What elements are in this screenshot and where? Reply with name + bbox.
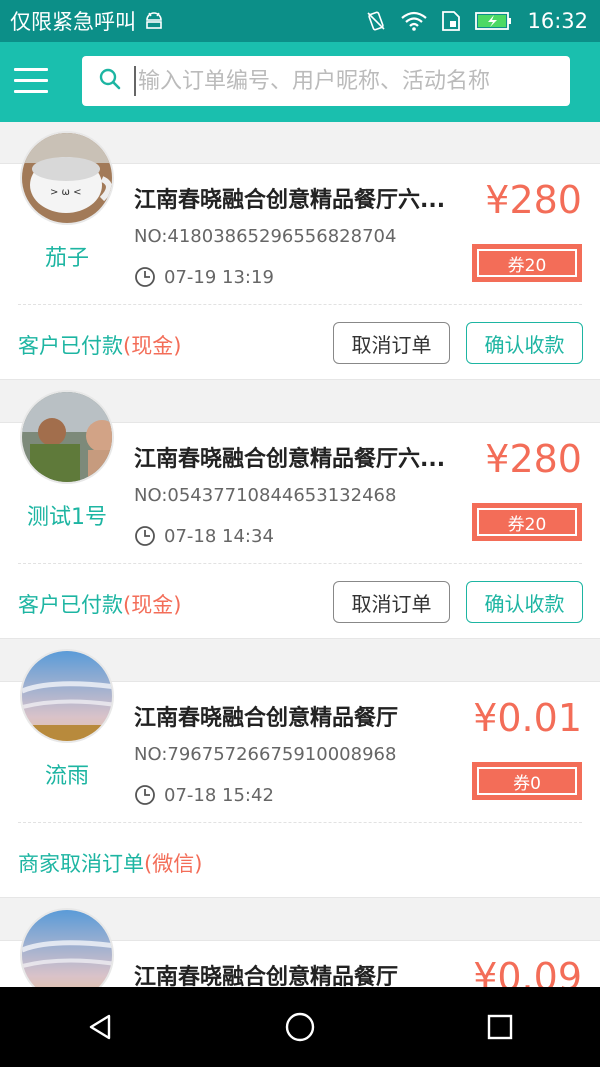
avatar: > ω < — [20, 131, 114, 225]
svg-text:> ω <: > ω < — [50, 187, 82, 198]
order-card[interactable]: 流雨 江南春晓融合创意精品餐厅 NO:79675726675910008968 … — [0, 649, 600, 898]
order-time-text: 07-18 15:42 — [164, 784, 274, 806]
order-time: 07-18 15:42 — [134, 784, 274, 806]
confirm-payment-button[interactable]: 确认收款 — [466, 322, 583, 364]
shop-name: 江南春晓融合创意精品餐厅六... — [134, 188, 446, 213]
order-card[interactable]: 测试1号 江南春晓融合创意精品餐厅六... NO:054377108446531… — [0, 390, 600, 639]
cancel-order-button[interactable]: 取消订单 — [333, 581, 450, 623]
coupon-text: 券20 — [477, 508, 577, 536]
user-nickname: 流雨 — [44, 764, 89, 789]
android-icon — [144, 11, 164, 31]
search-box[interactable] — [82, 56, 570, 106]
order-number: NO:41803865296556828704 — [134, 226, 397, 247]
search-input[interactable] — [134, 66, 560, 96]
coupon-text: 券0 — [477, 767, 577, 795]
payment-method: (现金) — [123, 593, 182, 617]
order-number: NO:79675726675910008968 — [134, 744, 397, 765]
avatar — [20, 649, 114, 743]
cancel-order-button[interactable]: 取消订单 — [333, 322, 450, 364]
wifi-icon — [401, 11, 428, 31]
coupon-text: 券20 — [477, 249, 577, 277]
shop-name: 江南春晓融合创意精品餐厅六... — [134, 447, 446, 472]
home-circle-icon[interactable] — [270, 997, 330, 1057]
vibrate-icon — [365, 10, 387, 32]
order-status-text: 客户已付款 — [18, 593, 123, 617]
app-header — [0, 42, 600, 122]
search-icon — [98, 67, 122, 95]
user-nickname: 测试1号 — [27, 505, 107, 530]
clock-icon — [135, 785, 155, 805]
payment-method: (现金) — [123, 334, 182, 358]
clock-icon — [135, 267, 155, 287]
order-status: 客户已付款(现金) — [18, 330, 181, 360]
order-price: ¥280 — [485, 437, 582, 481]
coupon-badge: 券20 — [472, 244, 582, 282]
order-status-text: 客户已付款 — [18, 334, 123, 358]
order-status: 商家取消订单(微信) — [18, 848, 202, 878]
system-nav-bar — [0, 987, 600, 1067]
sim-icon — [441, 10, 461, 32]
order-card[interactable]: > ω < 茄子 江南春晓融合创意精品餐厅六... NO:41803865296… — [0, 131, 600, 380]
menu-icon[interactable] — [14, 64, 50, 100]
divider — [18, 304, 582, 305]
order-status: 客户已付款(现金) — [18, 589, 181, 619]
order-number: NO:05437710844653132468 — [134, 485, 397, 506]
order-price: ¥280 — [485, 178, 582, 222]
order-time-text: 07-19 13:19 — [164, 266, 274, 288]
back-triangle-icon[interactable] — [70, 997, 130, 1057]
carrier-text: 仅限紧急呼叫 — [10, 10, 136, 34]
battery-charging-icon — [475, 11, 513, 31]
status-bar: 仅限紧急呼叫 16:32 — [0, 0, 600, 42]
order-time: 07-19 13:19 — [134, 266, 274, 288]
divider — [18, 822, 582, 823]
user-nickname: 茄子 — [44, 246, 89, 271]
confirm-payment-button[interactable]: 确认收款 — [466, 581, 583, 623]
shop-name: 江南春晓融合创意精品餐厅 — [134, 706, 399, 731]
avatar — [20, 390, 114, 484]
coupon-badge: 券20 — [472, 503, 582, 541]
divider — [18, 563, 582, 564]
order-status-text: 商家取消订单 — [18, 852, 144, 876]
payment-method: (微信) — [144, 852, 203, 876]
clock-icon — [135, 526, 155, 546]
order-time: 07-18 14:34 — [134, 525, 274, 547]
order-time-text: 07-18 14:34 — [164, 525, 274, 547]
clock-time: 16:32 — [527, 9, 588, 33]
coupon-badge: 券0 — [472, 762, 582, 800]
recent-square-icon[interactable] — [470, 997, 530, 1057]
order-price: ¥0.01 — [473, 696, 582, 740]
